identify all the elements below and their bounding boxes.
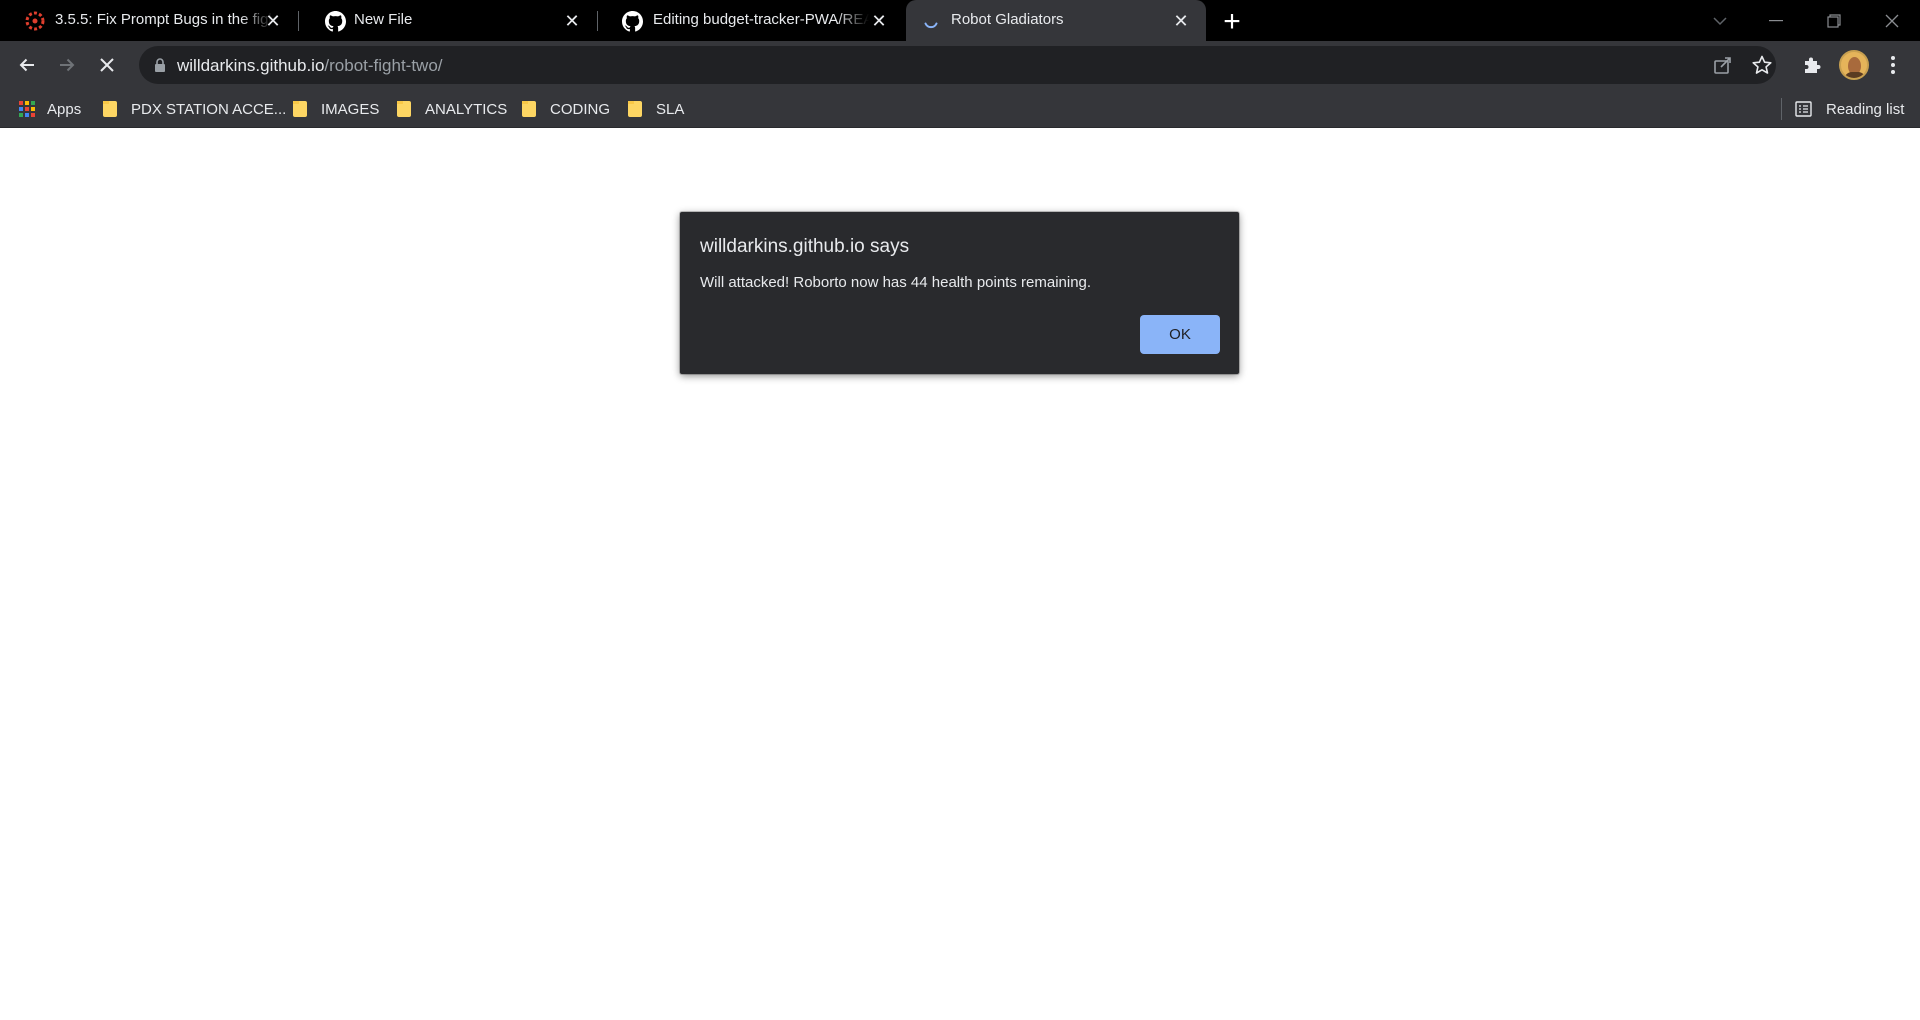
bookmark-sla[interactable]: SLA bbox=[628, 97, 684, 121]
folder-icon bbox=[628, 101, 642, 117]
bookmark-label: IMAGES bbox=[321, 100, 380, 118]
close-icon[interactable]: ✕ bbox=[262, 10, 284, 32]
extensions-button[interactable] bbox=[1796, 49, 1828, 81]
tab-robot-gladiators[interactable]: Robot Gladiators ✕ bbox=[906, 0, 1206, 41]
bookmark-label: SLA bbox=[656, 100, 685, 118]
tab-title: 3.5.5: Fix Prompt Bugs in the fight bbox=[55, 11, 273, 28]
bookmarks-bar: Apps PDX STATION ACCE... IMAGES ANALYTIC… bbox=[0, 89, 1920, 128]
forward-button[interactable] bbox=[51, 49, 83, 81]
bookmark-label: Apps bbox=[47, 100, 82, 118]
apps-grid-icon bbox=[19, 101, 35, 117]
alert-dialog: willdarkins.github.io says Will attacked… bbox=[680, 212, 1239, 374]
reading-list-icon bbox=[1795, 101, 1812, 117]
bookmark-analytics[interactable]: ANALYTICS bbox=[397, 97, 507, 121]
close-icon[interactable]: ✕ bbox=[1170, 10, 1192, 32]
bookmark-label: PDX STATION ACCE... bbox=[131, 100, 287, 118]
folder-icon bbox=[293, 101, 307, 117]
profile-avatar[interactable] bbox=[1839, 50, 1869, 80]
reading-list-label: Reading list bbox=[1826, 100, 1905, 118]
dialog-message: Will attacked! Roborto now has 44 health… bbox=[700, 274, 1092, 291]
close-window-button[interactable] bbox=[1864, 0, 1920, 41]
tab-new-file[interactable]: New File ✕ bbox=[298, 0, 598, 41]
close-icon[interactable]: ✕ bbox=[561, 10, 583, 32]
close-icon[interactable]: ✕ bbox=[868, 10, 890, 32]
url-path: /robot-fight-two/ bbox=[324, 56, 443, 75]
tab-canvas-assignment[interactable]: 3.5.5: Fix Prompt Bugs in the fight ✕ bbox=[0, 0, 299, 41]
browser-toolbar: willdarkins.github.io/robot-fight-two/ bbox=[0, 41, 1920, 89]
page-content: willdarkins.github.io says Will attacked… bbox=[0, 128, 1920, 1020]
back-button[interactable] bbox=[11, 49, 43, 81]
tab-title: New File bbox=[354, 11, 413, 28]
forward-arrow-icon bbox=[60, 58, 75, 72]
bookmark-pdx-station[interactable]: PDX STATION ACCE... bbox=[103, 97, 286, 121]
stop-icon bbox=[100, 58, 114, 72]
reading-list-button[interactable]: Reading list bbox=[1795, 97, 1904, 121]
tab-title: Robot Gladiators bbox=[951, 11, 1064, 28]
address-url[interactable]: willdarkins.github.io/robot-fight-two/ bbox=[177, 56, 443, 76]
tab-title: Editing budget-tracker-PWA/README bbox=[653, 11, 869, 28]
tab-strip: 3.5.5: Fix Prompt Bugs in the fight ✕ Ne… bbox=[0, 0, 1920, 41]
address-bar[interactable]: willdarkins.github.io/robot-fight-two/ bbox=[139, 46, 1776, 84]
folder-icon bbox=[397, 101, 411, 117]
folder-icon bbox=[522, 101, 536, 117]
folder-icon bbox=[103, 101, 117, 117]
bookmark-star-icon[interactable] bbox=[1751, 54, 1773, 81]
lock-icon[interactable] bbox=[151, 56, 169, 74]
dialog-title: willdarkins.github.io says bbox=[700, 236, 910, 257]
minimize-button[interactable] bbox=[1748, 0, 1804, 41]
restore-button[interactable] bbox=[1806, 0, 1862, 41]
canvas-logo-icon bbox=[24, 10, 46, 32]
bookmark-label: ANALYTICS bbox=[425, 100, 508, 118]
bookmark-label: CODING bbox=[550, 100, 610, 118]
avatar-shirt bbox=[1844, 72, 1866, 78]
bookmark-images[interactable]: IMAGES bbox=[293, 97, 379, 121]
reading-list-separator bbox=[1781, 98, 1782, 120]
bookmark-coding[interactable]: CODING bbox=[522, 97, 610, 121]
browser-menu-button[interactable] bbox=[1877, 49, 1909, 81]
share-icon[interactable] bbox=[1712, 54, 1734, 81]
bookmark-apps[interactable]: Apps bbox=[19, 97, 81, 121]
url-host: willdarkins.github.io bbox=[177, 56, 325, 75]
ok-button[interactable]: OK bbox=[1140, 315, 1220, 354]
tab-editing-readme[interactable]: Editing budget-tracker-PWA/README ✕ bbox=[597, 0, 906, 41]
stop-loading-button[interactable] bbox=[91, 49, 123, 81]
tab-search-icon[interactable] bbox=[1692, 0, 1748, 41]
kebab-menu-icon bbox=[1891, 56, 1895, 74]
loading-spinner-icon bbox=[920, 10, 942, 32]
back-arrow-icon bbox=[19, 58, 34, 72]
github-icon bbox=[324, 10, 346, 32]
github-icon bbox=[621, 10, 643, 32]
new-tab-button[interactable]: + bbox=[1218, 7, 1246, 37]
puzzle-icon bbox=[1805, 57, 1821, 73]
